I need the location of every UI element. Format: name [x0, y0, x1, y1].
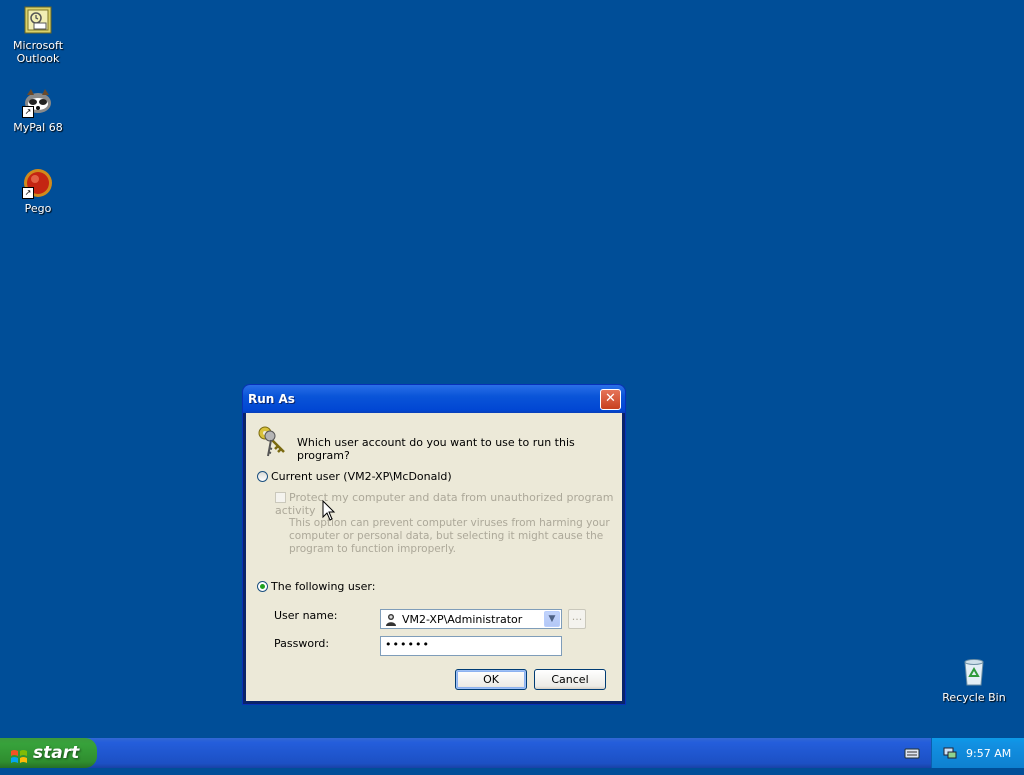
user-icon	[385, 613, 397, 626]
protect-checkbox	[275, 491, 286, 503]
desktop-icon-label: Microsoft Outlook	[12, 39, 64, 65]
desktop-icon-mypal[interactable]: ↗ MyPal 68	[2, 86, 74, 134]
outlook-icon	[22, 4, 54, 36]
protect-description: This option can prevent computer viruses…	[289, 517, 610, 555]
keys-icon	[256, 424, 290, 458]
mypal-icon: ↗	[22, 86, 54, 118]
desktop-icon-pego[interactable]: ↗ Pego	[2, 167, 74, 215]
following-user-radio[interactable]	[257, 580, 268, 592]
keyboard-icon[interactable]	[904, 746, 920, 760]
desktop-icon-label: Pego	[24, 202, 52, 215]
current-user-label: Current user (VM2-XP\McDonald)	[271, 469, 452, 483]
dialog-title: Run As	[248, 392, 295, 406]
following-user-option[interactable]: The following user:	[257, 579, 375, 593]
following-user-label: The following user:	[271, 579, 376, 593]
mouse-cursor-icon	[322, 499, 336, 522]
taskbar: start 9:57 AM	[0, 738, 1024, 768]
chevron-down-icon[interactable]: ▼	[544, 611, 560, 627]
cancel-button[interactable]: Cancel	[534, 669, 606, 690]
pego-icon: ↗	[22, 167, 54, 199]
dialog-prompt: Which user account do you want to use to…	[297, 436, 575, 462]
current-user-option[interactable]: Current user (VM2-XP\McDonald)	[257, 469, 452, 483]
ok-button[interactable]: OK	[455, 669, 527, 690]
browse-button: ...	[568, 609, 586, 629]
windows-logo-icon	[10, 745, 28, 763]
network-icon[interactable]	[942, 745, 958, 761]
current-user-radio[interactable]	[257, 470, 268, 482]
start-button[interactable]: start	[0, 738, 97, 768]
password-field[interactable]: ••••••	[380, 636, 562, 656]
close-button[interactable]: ✕	[600, 389, 621, 410]
password-label: Password:	[274, 637, 330, 650]
desktop-icon-outlook[interactable]: Microsoft Outlook	[2, 4, 74, 65]
run-as-dialog: Run As ✕ Which user account do you want …	[243, 385, 625, 704]
username-combobox[interactable]: VM2-XP\Administrator ▼	[380, 609, 562, 629]
desktop-icon-label: MyPal 68	[13, 121, 63, 134]
dialog-titlebar[interactable]: Run As ✕	[243, 385, 625, 413]
username-value: VM2-XP\Administrator	[402, 613, 523, 626]
system-tray: 9:57 AM	[931, 738, 1024, 768]
desktop-icon-recycle-bin[interactable]: Recycle Bin	[938, 656, 1010, 704]
start-label: start	[33, 743, 80, 763]
recycle-bin-icon	[958, 656, 990, 688]
clock[interactable]: 9:57 AM	[966, 747, 1011, 760]
username-label: User name:	[274, 609, 338, 622]
dialog-client-area: Which user account do you want to use to…	[246, 413, 622, 701]
desktop-icon-label: Recycle Bin	[942, 691, 1006, 704]
